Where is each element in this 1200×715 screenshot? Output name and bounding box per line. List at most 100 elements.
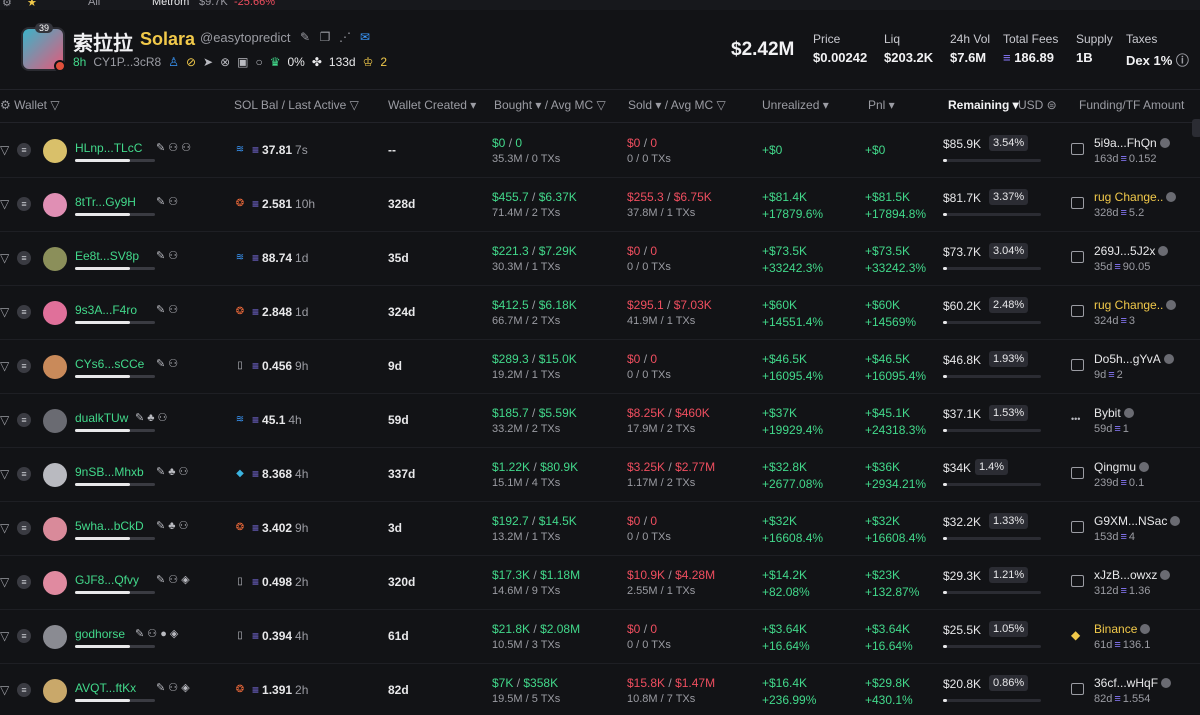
table-row[interactable]: ▽ ≡ godhorse ✎ ⚇ ● ◈ ▯ ≡ 0.394 4h 61d $21.…: [0, 610, 1200, 664]
wallet-tag-icons[interactable]: ✎ ⚇ ◈: [156, 681, 190, 694]
col-sol-bal[interactable]: SOL Bal / Last Active ▽: [234, 98, 359, 112]
info-icon[interactable]: ⓘ: [1176, 53, 1189, 68]
wallet-tag-icons[interactable]: ✎ ⚇ ⚇: [156, 141, 191, 154]
token-avatar[interactable]: 39: [21, 23, 66, 72]
wallet-tag-icons[interactable]: ✎ ♣ ⚇: [135, 411, 167, 424]
row-filter-icon[interactable]: ▽: [0, 197, 9, 211]
row-menu-icon[interactable]: ≡: [17, 413, 31, 427]
metrom-label[interactable]: Metrom: [152, 0, 189, 8]
wallet-tag-icons[interactable]: ✎ ⚇: [156, 303, 178, 316]
funding-source[interactable]: 36cf...wHqF: [1094, 676, 1172, 690]
chef-icon[interactable]: ♛: [270, 55, 281, 69]
wallet-name[interactable]: 9s3A...F4ro: [75, 303, 137, 317]
row-menu-icon[interactable]: ≡: [17, 467, 31, 481]
row-menu-icon[interactable]: ≡: [17, 629, 31, 643]
contract-address[interactable]: CY1P...3cR8: [93, 55, 161, 69]
row-menu-icon[interactable]: ≡: [17, 251, 31, 265]
funding-source[interactable]: G9XM...NSac: [1094, 514, 1181, 528]
funding-source[interactable]: xJzB...owxz: [1094, 568, 1171, 582]
row-filter-icon[interactable]: ▽: [0, 683, 9, 697]
wallet-tag-icons[interactable]: ✎ ⚇: [156, 357, 178, 370]
chat-icon[interactable]: ✉: [358, 30, 372, 44]
warning-icon[interactable]: ⊘: [186, 55, 196, 69]
wallet-name[interactable]: dualkTUw: [75, 411, 128, 425]
row-filter-icon[interactable]: ▽: [0, 521, 9, 535]
funding-source[interactable]: 5i9a...FhQn: [1094, 136, 1170, 150]
row-menu-icon[interactable]: ≡: [17, 683, 31, 697]
message-icon[interactable]: ▣: [237, 55, 248, 69]
row-filter-icon[interactable]: ▽: [0, 413, 9, 427]
wallet-tag-icons[interactable]: ✎ ♣ ⚇: [156, 465, 188, 478]
avatar[interactable]: [43, 571, 67, 595]
col-wallet[interactable]: ⚙ Wallet ▽: [0, 98, 60, 112]
avatar[interactable]: [43, 679, 67, 703]
col-pnl[interactable]: Pnl ▾: [868, 98, 895, 112]
col-bought[interactable]: Bought ▾ / Avg MC ▽: [494, 98, 606, 112]
col-wallet-created[interactable]: Wallet Created ▾: [388, 98, 476, 112]
funding-source[interactable]: Do5h...gYvA: [1094, 352, 1174, 366]
row-menu-icon[interactable]: ≡: [17, 305, 31, 319]
wallet-tag-icons[interactable]: ✎ ⚇: [156, 195, 178, 208]
table-row[interactable]: ▽ ≡ 5wha...bCkD ✎ ♣ ⚇ ❂ ≡ 3.402 9h 3d $192…: [0, 502, 1200, 556]
token-handle[interactable]: @easytopredict: [200, 30, 291, 45]
wallet-name[interactable]: HLnp...TLcC: [75, 141, 142, 155]
row-menu-icon[interactable]: ≡: [17, 575, 31, 589]
scroll-handle[interactable]: [1192, 119, 1200, 137]
avatar[interactable]: [43, 193, 67, 217]
wallet-tag-icons[interactable]: ✎ ⚇ ◈: [156, 573, 190, 586]
wallet-tag-icons[interactable]: ✎ ⚇: [156, 249, 178, 262]
col-remaining[interactable]: Remaining ▾: [948, 98, 1019, 112]
telegram-icon[interactable]: ➤: [203, 55, 213, 69]
avatar[interactable]: [43, 301, 67, 325]
wallet-name[interactable]: godhorse: [75, 627, 125, 641]
wallet-tag-icons[interactable]: ✎ ♣ ⚇: [156, 519, 188, 532]
wallet-name[interactable]: GJF8...Qfvy: [75, 573, 139, 587]
col-funding[interactable]: Funding/TF Amount: [1079, 98, 1184, 112]
avatar[interactable]: [43, 463, 67, 487]
row-filter-icon[interactable]: ▽: [0, 467, 9, 481]
avatar[interactable]: [43, 625, 67, 649]
row-filter-icon[interactable]: ▽: [0, 359, 9, 373]
funding-source[interactable]: Bybit: [1094, 406, 1134, 420]
row-filter-icon[interactable]: ▽: [0, 629, 9, 643]
funding-source[interactable]: rug Change..: [1094, 190, 1177, 204]
share-icon[interactable]: ⋰: [338, 30, 352, 44]
row-menu-icon[interactable]: ≡: [17, 197, 31, 211]
col-usd-toggle[interactable]: USD ⊜: [1018, 98, 1057, 112]
search-icon[interactable]: ○: [255, 55, 262, 69]
table-row[interactable]: ▽ ≡ AVQT...ftKx ✎ ⚇ ◈ ❂ ≡ 1.391 2h 82d $7K…: [0, 664, 1200, 715]
wallet-name[interactable]: AVQT...ftKx: [75, 681, 136, 695]
avatar[interactable]: [43, 355, 67, 379]
user-icon[interactable]: ♙: [168, 55, 179, 69]
funding-source[interactable]: 269J...5J2x: [1094, 244, 1169, 258]
table-row[interactable]: ▽ ≡ HLnp...TLcC ✎ ⚇ ⚇ ≋ ≡ 37.81 7s -- $0 /…: [0, 124, 1200, 178]
col-unrealized[interactable]: Unrealized ▾: [762, 98, 829, 112]
row-filter-icon[interactable]: ▽: [0, 575, 9, 589]
wallet-name[interactable]: 5wha...bCkD: [75, 519, 144, 533]
wallet-name[interactable]: CYs6...sCCe: [75, 357, 144, 371]
pump-icon[interactable]: ⊗: [220, 55, 230, 69]
row-filter-icon[interactable]: ▽: [0, 305, 9, 319]
table-row[interactable]: ▽ ≡ Ee8t...SV8p ✎ ⚇ ≋ ≡ 88.74 1d 35d $221.…: [0, 232, 1200, 286]
row-filter-icon[interactable]: ▽: [0, 143, 9, 157]
col-sold[interactable]: Sold ▾ / Avg MC ▽: [628, 98, 726, 112]
avatar[interactable]: [43, 247, 67, 271]
table-row[interactable]: ▽ ≡ dualkTUw ✎ ♣ ⚇ ≋ ≡ 45.1 4h 59d $185.7 …: [0, 394, 1200, 448]
filter-all[interactable]: All: [88, 0, 100, 8]
table-row[interactable]: ▽ ≡ 9nSB...Mhxb ✎ ♣ ⚇ ◆ ≡ 8.368 4h 337d $1…: [0, 448, 1200, 502]
wallet-name[interactable]: 8tTr...Gy9H: [75, 195, 136, 209]
copy-icon[interactable]: ❐: [318, 30, 332, 44]
table-row[interactable]: ▽ ≡ 8tTr...Gy9H ✎ ⚇ ❂ ≡ 2.581 10h 328d $45…: [0, 178, 1200, 232]
star-icon[interactable]: ★: [27, 0, 37, 9]
row-menu-icon[interactable]: ≡: [17, 521, 31, 535]
table-row[interactable]: ▽ ≡ CYs6...sCCe ✎ ⚇ ▯ ≡ 0.456 9h 9d $289.3…: [0, 340, 1200, 394]
wallet-name[interactable]: Ee8t...SV8p: [75, 249, 139, 263]
funding-source[interactable]: Binance: [1094, 622, 1151, 636]
table-row[interactable]: ▽ ≡ 9s3A...F4ro ✎ ⚇ ❂ ≡ 2.848 1d 324d $412…: [0, 286, 1200, 340]
wallet-tag-icons[interactable]: ✎ ⚇ ● ◈: [135, 627, 178, 640]
row-filter-icon[interactable]: ▽: [0, 251, 9, 265]
avatar[interactable]: [43, 139, 67, 163]
avatar[interactable]: [43, 517, 67, 541]
settings-icon[interactable]: ⚙: [2, 0, 12, 9]
funding-source[interactable]: rug Change..: [1094, 298, 1177, 312]
